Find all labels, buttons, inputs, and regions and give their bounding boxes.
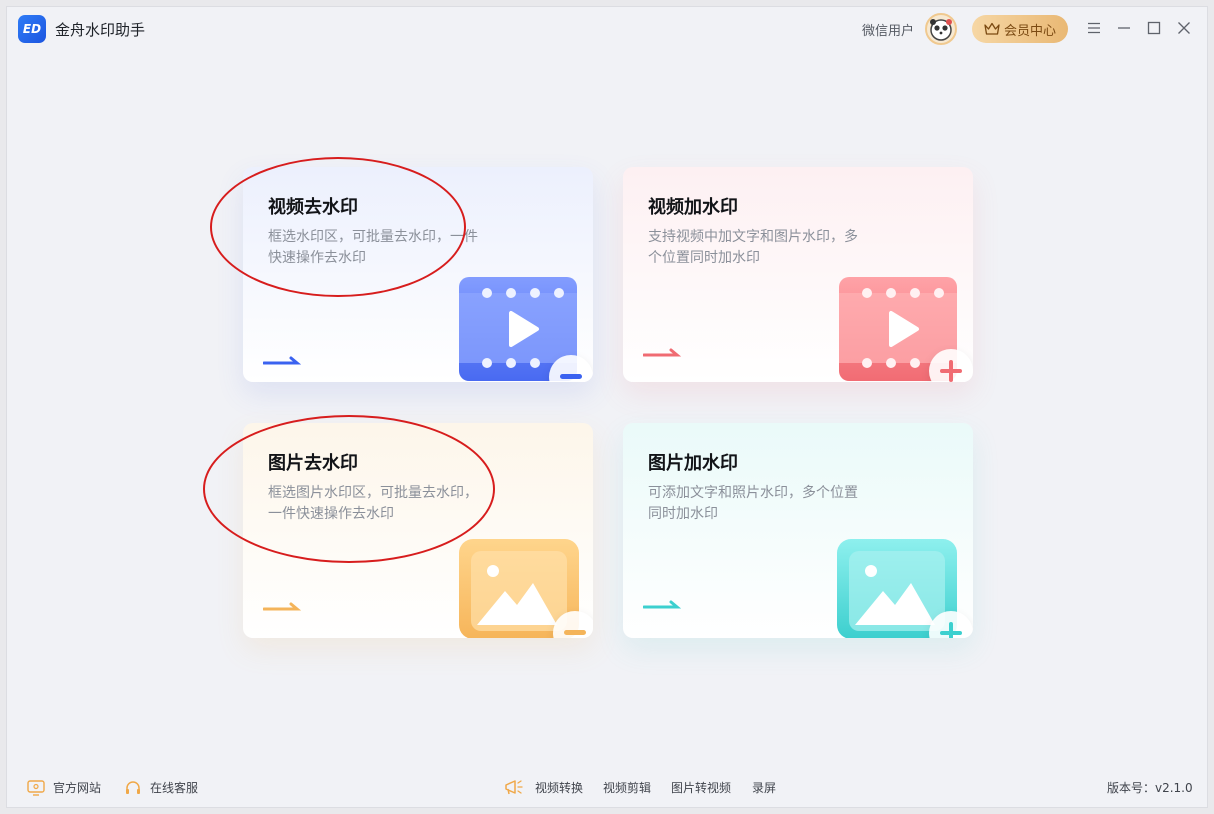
arrow-right-icon xyxy=(263,602,302,611)
maximize-button[interactable] xyxy=(1143,17,1165,39)
online-support-label: 在线客服 xyxy=(150,781,199,795)
card-description: 支持视频中加文字和图片水印，多个位置同时加水印 xyxy=(648,229,858,266)
minimize-button[interactable] xyxy=(1113,17,1135,39)
crown-icon xyxy=(984,22,1000,35)
app-title: 金舟水印助手 xyxy=(55,21,146,39)
card-title: 视频去水印 xyxy=(268,197,358,218)
online-support-link[interactable]: 在线客服 xyxy=(124,779,198,796)
video-add-watermark-card[interactable]: 视频加水印 支持视频中加文字和图片水印，多个位置同时加水印 xyxy=(623,167,973,382)
title-bar: ED 金舟水印助手 微信用户 会员中心 xyxy=(7,7,1207,51)
video-edit-link[interactable]: 视频剪辑 xyxy=(603,779,651,796)
avatar[interactable] xyxy=(925,13,957,45)
user-name[interactable]: 微信用户 xyxy=(862,20,914,39)
image-remove-watermark-card[interactable]: 图片去水印 框选图片水印区，可批量去水印，一件快速操作去水印 xyxy=(243,423,593,638)
close-button[interactable] xyxy=(1173,17,1195,39)
monitor-icon xyxy=(27,779,45,796)
minimize-icon xyxy=(1118,27,1130,29)
card-title: 图片去水印 xyxy=(268,453,358,474)
card-description: 可添加文字和照片水印，多个位置同时加水印 xyxy=(648,485,858,522)
image-add-watermark-card[interactable]: 图片加水印 可添加文字和照片水印，多个位置同时加水印 xyxy=(623,423,973,638)
maximize-icon xyxy=(1147,21,1161,35)
close-icon xyxy=(1178,22,1190,34)
arrow-right-icon xyxy=(643,600,682,609)
add-badge-icon xyxy=(929,349,973,382)
image-to-video-link[interactable]: 图片转视频 xyxy=(671,779,731,796)
card-title: 视频加水印 xyxy=(648,197,738,218)
video-remove-watermark-card[interactable]: 视频去水印 框选水印区，可批量去水印，一件快速操作去水印 xyxy=(243,167,593,382)
official-website-link[interactable]: 官方网站 xyxy=(27,779,101,796)
card-description: 框选图片水印区，可批量去水印，一件快速操作去水印 xyxy=(268,485,478,522)
app-logo-icon: ED xyxy=(18,15,46,43)
headset-icon xyxy=(126,780,140,794)
screen-record-link[interactable]: 录屏 xyxy=(752,779,776,796)
panda-avatar-icon xyxy=(930,19,952,41)
app-window: ED 金舟水印助手 微信用户 会员中心 视频去水印 框选水印区，可批量去水印，一… xyxy=(6,6,1208,808)
megaphone-icon xyxy=(505,780,523,795)
vip-center-button[interactable]: 会员中心 xyxy=(972,15,1068,43)
arrow-right-icon xyxy=(263,356,302,365)
official-website-label: 官方网站 xyxy=(53,781,102,795)
arrow-right-icon xyxy=(643,348,682,357)
card-description: 框选水印区，可批量去水印，一件快速操作去水印 xyxy=(268,229,478,266)
card-title: 图片加水印 xyxy=(648,453,738,474)
hamburger-icon xyxy=(1088,22,1100,34)
menu-button[interactable] xyxy=(1083,17,1105,39)
vip-center-label: 会员中心 xyxy=(1003,23,1056,39)
video-convert-link[interactable]: 视频转换 xyxy=(535,779,583,796)
version-label: 版本号：v2.1.0 xyxy=(1107,781,1193,795)
